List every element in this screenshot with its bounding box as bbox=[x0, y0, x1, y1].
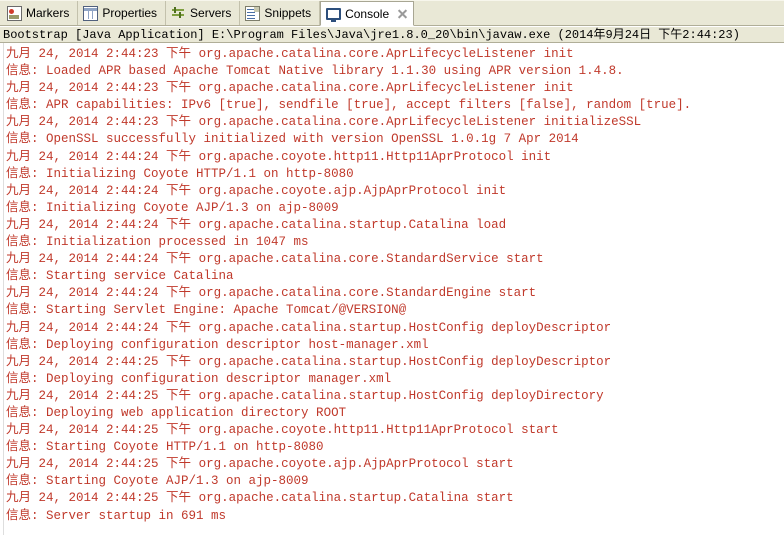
console-log-line: 九月 24, 2014 2:44:25 下午 org.apache.coyote… bbox=[6, 455, 514, 472]
launch-configuration-header: Bootstrap [Java Application] E:\Program … bbox=[0, 26, 784, 43]
eclipse-console-view: Markers Properties Servers Snippets Cons… bbox=[0, 0, 784, 535]
console-log-line: 九月 24, 2014 2:44:25 下午 org.apache.catali… bbox=[6, 386, 604, 403]
console-icon bbox=[326, 8, 342, 22]
console-log-line: 九月 24, 2014 2:44:23 下午 org.apache.catali… bbox=[6, 79, 574, 96]
console-log-line: 信息: Initialization processed in 1047 ms bbox=[6, 233, 309, 250]
console-log-line: 九月 24, 2014 2:44:24 下午 org.apache.coyote… bbox=[6, 147, 552, 164]
servers-icon bbox=[171, 6, 186, 21]
console-log-line: 九月 24, 2014 2:44:24 下午 org.apache.catali… bbox=[6, 250, 544, 267]
console-log-text[interactable]: 九月 24, 2014 2:44:23 下午 org.apache.catali… bbox=[4, 43, 784, 535]
console-log-line: 九月 24, 2014 2:44:24 下午 org.apache.catali… bbox=[6, 284, 537, 301]
properties-icon bbox=[83, 5, 99, 21]
console-log-line: 九月 24, 2014 2:44:25 下午 org.apache.coyote… bbox=[6, 421, 559, 438]
markers-icon bbox=[7, 5, 22, 21]
tab-snippets-label: Snippets bbox=[264, 6, 312, 20]
console-log-line: 信息: Starting Servlet Engine: Apache Tomc… bbox=[6, 301, 407, 318]
console-log-line: 九月 24, 2014 2:44:25 下午 org.apache.catali… bbox=[6, 352, 612, 369]
view-tab-bar: Markers Properties Servers Snippets Cons… bbox=[0, 0, 784, 26]
console-log-line: 九月 24, 2014 2:44:24 下午 org.apache.catali… bbox=[6, 215, 507, 232]
tab-markers-label: Markers bbox=[26, 6, 70, 20]
console-log-line: 九月 24, 2014 2:44:25 下午 org.apache.catali… bbox=[6, 489, 514, 506]
snippets-icon bbox=[245, 5, 261, 21]
tab-properties[interactable]: Properties bbox=[78, 1, 167, 25]
tab-console[interactable]: Console bbox=[320, 1, 415, 26]
tab-servers-label: Servers bbox=[190, 6, 232, 20]
console-log-line: 信息: Deploying web application directory … bbox=[6, 403, 347, 420]
console-log-line: 信息: Deploying configuration descriptor m… bbox=[6, 369, 392, 386]
console-log-line: 信息: Starting Coyote HTTP/1.1 on http-808… bbox=[6, 438, 324, 455]
console-log-line: 九月 24, 2014 2:44:24 下午 org.apache.coyote… bbox=[6, 181, 507, 198]
tab-servers[interactable]: Servers bbox=[166, 1, 241, 25]
console-log-line: 信息: APR capabilities: IPv6 [true], sendf… bbox=[6, 96, 692, 113]
console-log-line: 信息: Starting Coyote AJP/1.3 on ajp-8009 bbox=[6, 472, 309, 489]
console-log-line: 信息: Deploying configuration descriptor h… bbox=[6, 335, 429, 352]
console-log-line: 九月 24, 2014 2:44:24 下午 org.apache.catali… bbox=[6, 318, 612, 335]
close-icon[interactable] bbox=[396, 7, 409, 20]
console-log-line: 信息: Starting service Catalina bbox=[6, 267, 234, 284]
console-log-line: 信息: Server startup in 691 ms bbox=[6, 506, 227, 523]
tab-console-label: Console bbox=[345, 6, 390, 21]
console-log-line: 信息: Loaded APR based Apache Tomcat Nativ… bbox=[6, 62, 624, 79]
console-log-line: 信息: Initializing Coyote HTTP/1.1 on http… bbox=[6, 164, 354, 181]
tab-markers[interactable]: Markers bbox=[2, 1, 79, 25]
console-log-line: 信息: Initializing Coyote AJP/1.3 on ajp-8… bbox=[6, 198, 339, 215]
tab-properties-label: Properties bbox=[102, 6, 158, 20]
console-log-line: 信息: OpenSSL successfully initialized wit… bbox=[6, 130, 579, 147]
console-log-line: 九月 24, 2014 2:44:23 下午 org.apache.catali… bbox=[6, 113, 642, 130]
console-output-area: 九月 24, 2014 2:44:23 下午 org.apache.catali… bbox=[0, 43, 784, 535]
console-log-line: 九月 24, 2014 2:44:23 下午 org.apache.catali… bbox=[6, 45, 574, 61]
tab-snippets[interactable]: Snippets bbox=[240, 1, 321, 25]
